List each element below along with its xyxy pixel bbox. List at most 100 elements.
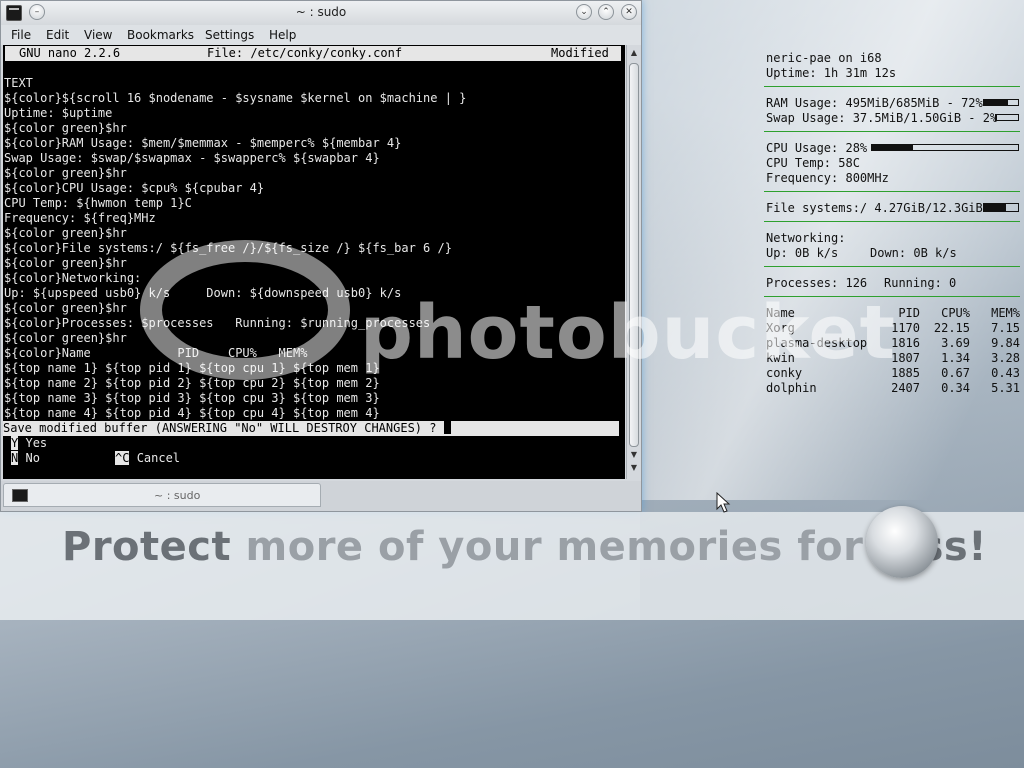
nano-line: ${color}RAM Usage: $mem/$memmax - $mempe… — [4, 136, 402, 150]
nano-line: ${color}Networking: — [4, 271, 142, 285]
conky-fs: File systems:/ 4.27GiB/12.3GiB — [766, 201, 983, 215]
conky-divider — [764, 266, 1020, 267]
mouse-pointer-icon — [716, 492, 731, 513]
watermark-tagline: Protect more of your memories for less! — [62, 524, 986, 570]
nano-line: ${color green}$hr — [4, 166, 127, 180]
process-cell: 0.34 — [941, 381, 970, 395]
nano-line: ${color green}$hr — [4, 301, 127, 315]
conky-host: neric-pae on i68 — [766, 51, 882, 65]
nano-line: ${top name 3} ${top pid 3} ${top cpu 3} … — [4, 391, 380, 405]
nano-version: GNU nano 2.2.6 — [19, 46, 121, 60]
ram-bar-fill — [984, 100, 1009, 105]
nano-line: Frequency: ${freq}MHz — [4, 211, 156, 225]
nano-line: ${color}${scroll 16 $nodename - $sysname… — [4, 91, 467, 105]
conky-ram: RAM Usage: 495MiB/685MiB - 72% — [766, 96, 983, 110]
menu-bookmarks[interactable]: Bookmarks — [127, 28, 194, 42]
scroll-thumb[interactable] — [629, 63, 639, 447]
option-no-label: No — [25, 451, 40, 465]
option-cancel[interactable]: ^C Cancel — [115, 451, 180, 466]
nano-line: ${color}Processes: $processes Running: $… — [4, 316, 431, 330]
konsole-window: – ~ : sudo ⌄ ⌃ ✕ File Edit View Bookmark… — [0, 0, 642, 512]
nano-header: GNU nano 2.2.6 File: /etc/conky/conky.co… — [5, 46, 621, 61]
menubar: File Edit View Bookmarks Settings Help — [1, 25, 641, 45]
nano-line: Uptime: $uptime — [4, 106, 113, 120]
option-cancel-label: Cancel — [136, 451, 181, 465]
menu-view[interactable]: View — [84, 28, 112, 42]
nano-line: ${color green}$hr — [4, 331, 127, 345]
conky-net-title: Networking: — [766, 231, 846, 245]
menu-help[interactable]: Help — [269, 28, 296, 42]
conky-procs: Processes: 126 — [766, 276, 868, 290]
nano-line: ${color}File systems:/ ${fs_free /}/${fs… — [4, 241, 452, 255]
tab-label: ~ : sudo — [154, 489, 201, 502]
nano-line: ${color}CPU Usage: $cpu% ${cpubar 4} — [4, 181, 265, 195]
window-titlebar[interactable]: – ~ : sudo ⌄ ⌃ ✕ — [1, 1, 641, 25]
process-cell: conky — [766, 366, 803, 380]
nano-status: Modified — [551, 46, 609, 60]
maximize-button[interactable]: ⌃ — [598, 4, 614, 20]
tab-sudo[interactable]: ~ : sudo — [3, 483, 321, 507]
text-cursor — [443, 421, 451, 434]
process-cell: 9.84 — [991, 336, 1020, 350]
minimize-button[interactable]: ⌄ — [576, 4, 592, 20]
process-cell: 1.34 — [941, 351, 970, 365]
tagline-protect: Protect — [62, 524, 232, 570]
nano-line: Up: ${upspeed usb0} k/s Down: ${downspee… — [4, 286, 402, 300]
nano-line: ${top name 1} ${top pid 1} ${top cpu 1} … — [4, 361, 380, 375]
process-header: Name — [766, 306, 795, 320]
cpu-bar-fill — [872, 145, 913, 150]
close-button[interactable]: ✕ — [621, 4, 637, 20]
menu-edit[interactable]: Edit — [46, 28, 69, 42]
window-title: ~ : sudo — [295, 5, 347, 19]
menu-file[interactable]: File — [11, 28, 31, 42]
nano-line: CPU Temp: ${hwmon temp 1}C — [4, 196, 192, 210]
key-yes: Y — [11, 436, 19, 450]
nano-line: ${color green}$hr — [4, 256, 127, 270]
nano-line: ${color}Name PID CPU% MEM% — [4, 346, 308, 360]
nano-line: ${color green}$hr — [4, 121, 127, 135]
nano-line: ${color green}$hr — [4, 226, 127, 240]
conky-divider — [764, 221, 1020, 222]
terminal-scrollbar[interactable]: ▲ ▼ ▼ — [626, 45, 640, 479]
nano-line: Swap Usage: $swap/$swapmax - $swapperc% … — [4, 151, 380, 165]
option-yes[interactable]: Y Yes — [11, 436, 47, 451]
glass-ball-icon — [866, 506, 938, 578]
ram-bar — [983, 99, 1019, 106]
process-cell: 1170 — [891, 321, 920, 335]
terminal-area[interactable]: GNU nano 2.2.6 File: /etc/conky/conky.co… — [3, 45, 625, 479]
process-header: PID — [898, 306, 920, 320]
terminal-tab-icon — [12, 489, 28, 502]
process-cell: 0.67 — [941, 366, 970, 380]
option-no[interactable]: N No — [11, 451, 40, 466]
scroll-up-icon[interactable]: ▲ — [629, 48, 639, 58]
save-prompt-text: Save modified buffer (ANSWERING "No" WIL… — [3, 421, 444, 435]
process-cell: dolphin — [766, 381, 817, 395]
process-cell: 2407 — [891, 381, 920, 395]
process-cell: 7.15 — [991, 321, 1020, 335]
option-yes-label: Yes — [25, 436, 48, 450]
process-cell: 5.31 — [991, 381, 1020, 395]
conky-net-up: Up: 0B k/s — [766, 246, 839, 260]
conky-temp: CPU Temp: 58C — [766, 156, 860, 170]
save-prompt: Save modified buffer (ANSWERING "No" WIL… — [3, 421, 619, 436]
fs-bar-fill — [984, 204, 1007, 211]
scroll-down2-icon[interactable]: ▼ — [629, 463, 639, 473]
tab-bar: ~ : sudo — [1, 481, 641, 511]
conky-net-down: Down: 0B k/s — [870, 246, 957, 260]
menu-settings[interactable]: Settings — [205, 28, 254, 42]
process-cell: 0.43 — [991, 366, 1020, 380]
conky-freq: Frequency: 800MHz — [766, 171, 889, 185]
process-cell: Xorg — [766, 321, 795, 335]
process-cell: 1885 — [891, 366, 920, 380]
key-no: N — [11, 451, 19, 465]
conky-divider — [764, 86, 1020, 87]
wallpaper-bottom — [0, 620, 1024, 768]
nano-line: ${top name 4} ${top pid 4} ${top cpu 4} … — [4, 406, 380, 420]
key-cancel: ^C — [115, 451, 130, 465]
conky-cpu: CPU Usage: 28% — [766, 141, 868, 155]
conky-running: Running: 0 — [884, 276, 957, 290]
process-cell: kwin — [766, 351, 795, 365]
process-cell: 3.69 — [941, 336, 970, 350]
conky-uptime: Uptime: 1h 31m 12s — [766, 66, 897, 80]
scroll-down-icon[interactable]: ▼ — [629, 450, 639, 460]
